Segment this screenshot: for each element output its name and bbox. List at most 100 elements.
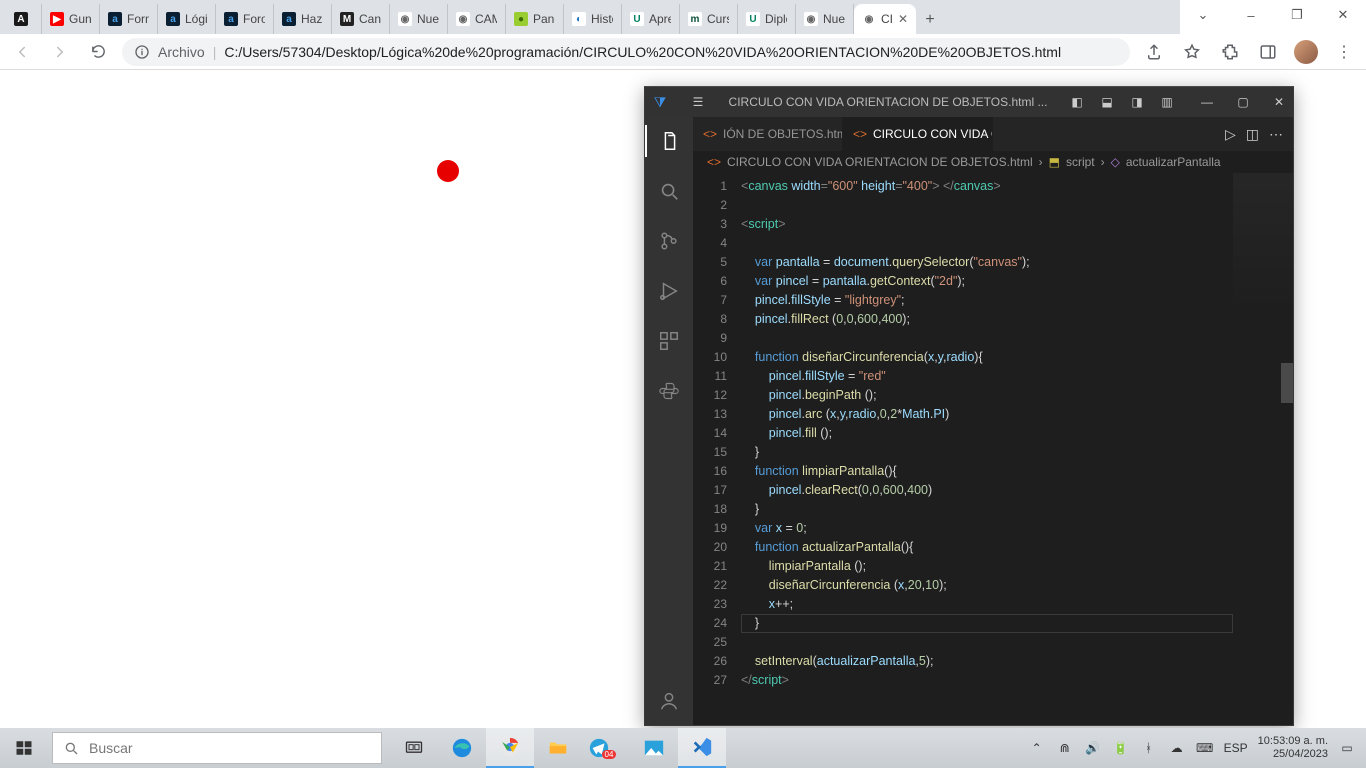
profile-avatar[interactable]	[1292, 38, 1320, 66]
minimap[interactable]	[1233, 173, 1293, 313]
volume-icon[interactable]: 🔊	[1084, 741, 1102, 755]
wifi-icon[interactable]: ⋒	[1056, 741, 1074, 755]
vscode-maximize-button[interactable]: ▢	[1229, 87, 1257, 117]
editor-tab-label: CIRCULO CON VIDA ORIENTACION DE OBJETOS.…	[873, 127, 993, 141]
onedrive-icon[interactable]: ☁	[1168, 741, 1186, 755]
chrome-icon[interactable]	[486, 728, 534, 768]
taskbar-search[interactable]: Buscar	[52, 732, 382, 764]
browser-tab[interactable]: ◐Histo	[564, 4, 622, 34]
accounts-icon[interactable]	[645, 685, 693, 717]
chrome-menu-icon[interactable]: ⋮	[1330, 38, 1358, 66]
extensions-activity-icon[interactable]	[645, 325, 693, 357]
explorer-icon[interactable]	[645, 125, 693, 157]
keyboard-icon[interactable]: ⌨	[1196, 741, 1214, 755]
search-icon[interactable]	[645, 175, 693, 207]
battery-icon[interactable]: 🔋	[1112, 741, 1130, 755]
chrome-overflow-chevron-icon[interactable]: ⌄	[1180, 0, 1226, 30]
run-icon[interactable]: ▷	[1225, 126, 1236, 143]
browser-tab[interactable]: aForo	[216, 4, 274, 34]
browser-tab[interactable]: U Diplo	[738, 4, 796, 34]
vscode-logo-icon: ⧩	[645, 94, 675, 111]
clock-date: 25/04/2023	[1258, 748, 1328, 761]
tab-label: Nuev	[417, 12, 439, 26]
start-button[interactable]	[0, 728, 48, 768]
tab-label: Curs	[707, 12, 729, 26]
layout-right-icon[interactable]: ◨	[1123, 87, 1151, 117]
vscode-close-button[interactable]: ✕	[1265, 87, 1293, 117]
browser-tab[interactable]: m Curs	[680, 4, 738, 34]
layout-bottom-icon[interactable]: ⬓	[1093, 87, 1121, 117]
file-explorer-icon[interactable]	[534, 728, 582, 768]
tab-favicon-icon: a	[282, 12, 296, 26]
python-icon[interactable]	[645, 375, 693, 407]
html-file-icon: <>	[853, 127, 867, 141]
editor-tab[interactable]: <> CIRCULO CON VIDA ORIENTACION DE OBJETO…	[843, 117, 993, 151]
vscode-title: CIRCULO CON VIDA ORIENTACION DE OBJETOS.…	[721, 95, 1055, 109]
extensions-icon[interactable]	[1216, 38, 1244, 66]
nav-forward-button[interactable]	[46, 38, 74, 66]
tab-favicon-icon: a	[108, 12, 122, 26]
nav-back-button[interactable]	[8, 38, 36, 66]
vscode-minimize-button[interactable]: —	[1193, 87, 1221, 117]
browser-tab[interactable]: a Haz l	[274, 4, 332, 34]
tab-close-icon[interactable]: ✕	[898, 12, 908, 26]
vscode-taskbar-icon[interactable]	[678, 728, 726, 768]
os-maximize-button[interactable]: ❐	[1274, 0, 1320, 30]
share-icon[interactable]	[1140, 38, 1168, 66]
browser-tab[interactable]: MCanv	[332, 4, 390, 34]
tab-favicon-icon: M	[340, 12, 354, 26]
editor-scrollbar[interactable]	[1281, 363, 1293, 403]
new-tab-button[interactable]: +	[916, 6, 944, 34]
code-text[interactable]: <canvas width="600" height="400"> </canv…	[741, 173, 1293, 725]
tab-label: Haz l	[301, 12, 323, 26]
photos-icon[interactable]	[630, 728, 678, 768]
tab-favicon-icon: ●	[514, 12, 528, 26]
tab-favicon-icon: A	[14, 12, 28, 26]
tab-favicon-icon: U	[746, 12, 760, 26]
side-panel-icon[interactable]	[1254, 38, 1282, 66]
browser-tab[interactable]: ◉Nuev	[390, 4, 448, 34]
browser-tab[interactable]: A	[6, 4, 42, 34]
bluetooth-icon[interactable]: ᚼ	[1140, 741, 1158, 755]
breadcrumb-scope-fn[interactable]: actualizarPantalla	[1126, 155, 1221, 169]
edge-icon[interactable]	[438, 728, 486, 768]
run-debug-icon[interactable]	[645, 275, 693, 307]
vscode-titlebar[interactable]: ⧩ ☰ CIRCULO CON VIDA ORIENTACION DE OBJE…	[645, 87, 1293, 117]
breadcrumb-file[interactable]: CIRCULO CON VIDA ORIENTACION DE OBJETOS.…	[727, 155, 1033, 169]
more-actions-icon[interactable]: ⋯	[1269, 126, 1283, 143]
browser-tab[interactable]: aLógic	[158, 4, 216, 34]
source-control-icon[interactable]	[645, 225, 693, 257]
address-bar[interactable]: Archivo | C:/Users/57304/Desktop/Lógica%…	[122, 38, 1130, 66]
layout-grid-icon[interactable]: ▥	[1153, 87, 1181, 117]
browser-tab[interactable]: aForm	[100, 4, 158, 34]
browser-tab[interactable]: ◉CAM	[448, 4, 506, 34]
browser-tab[interactable]: UApre	[622, 4, 680, 34]
browser-tab[interactable]: ◉Nuev	[796, 4, 854, 34]
browser-tab[interactable]: ▶Guns	[42, 4, 100, 34]
nav-reload-button[interactable]	[84, 38, 112, 66]
layout-left-icon[interactable]: ◧	[1063, 87, 1091, 117]
action-center-icon[interactable]: ▭	[1338, 741, 1356, 755]
vscode-breadcrumb[interactable]: <> CIRCULO CON VIDA ORIENTACION DE OBJET…	[693, 151, 1293, 173]
vscode-window[interactable]: ⧩ ☰ CIRCULO CON VIDA ORIENTACION DE OBJE…	[644, 86, 1294, 726]
os-minimize-button[interactable]: –	[1228, 0, 1274, 30]
tray-overflow-icon[interactable]: ⌃	[1028, 741, 1046, 755]
bookmark-star-icon[interactable]	[1178, 38, 1206, 66]
telegram-icon[interactable]: 04	[582, 728, 630, 768]
tab-favicon-icon: m	[688, 12, 702, 26]
vscode-hamburger-icon[interactable]: ☰	[683, 95, 713, 109]
code-editor[interactable]: 1234567891011121314151617181920212223242…	[693, 173, 1293, 725]
tab-label: Diplo	[765, 12, 787, 26]
split-editor-icon[interactable]: ◫	[1246, 126, 1259, 143]
tab-label: CI	[881, 12, 893, 26]
task-view-icon[interactable]	[390, 728, 438, 768]
ime-label[interactable]: ESP	[1224, 741, 1248, 755]
taskbar-clock[interactable]: 10:53:09 a. m. 25/04/2023	[1258, 735, 1328, 761]
browser-tab[interactable]: ●Pane	[506, 4, 564, 34]
breadcrumb-scope-script[interactable]: script	[1066, 155, 1095, 169]
tab-favicon-icon: ▶	[50, 12, 64, 26]
os-close-button[interactable]: ✕	[1320, 0, 1366, 30]
tab-favicon-icon: ◉	[862, 12, 876, 26]
editor-tab[interactable]: <>IÓN DE OBJETOS.html	[693, 117, 843, 151]
browser-tab[interactable]: ◉ CI ✕	[854, 4, 916, 34]
